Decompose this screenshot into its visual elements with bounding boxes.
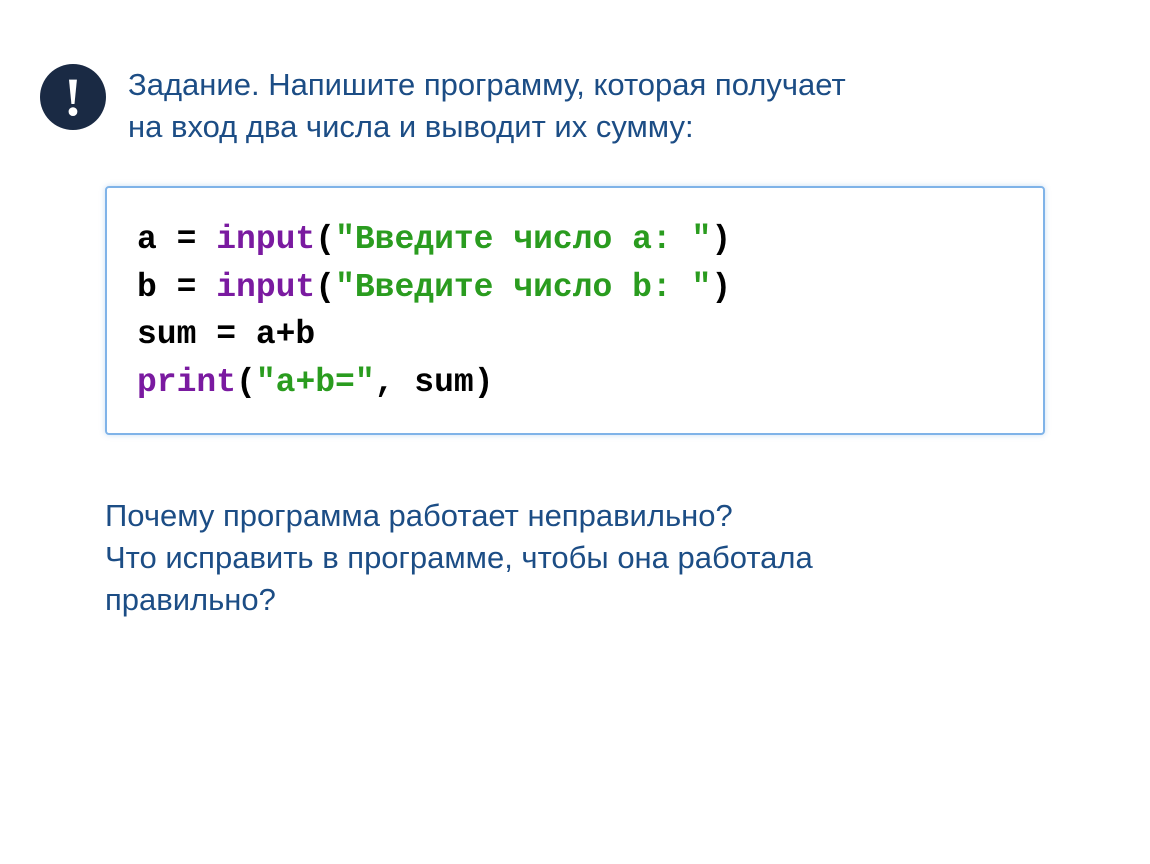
code-l1-paren2: )	[711, 221, 731, 258]
code-l4-rest: , sum)	[375, 364, 494, 401]
exclaim-badge: !	[40, 64, 106, 130]
task-header: ! Задание. Напишите программу, которая п…	[0, 0, 1150, 148]
code-l2-var: b =	[137, 269, 216, 306]
question-line-3: правильно?	[105, 582, 276, 617]
code-l1-string: "Введите число a: "	[335, 221, 711, 258]
question-block: Почему программа работает неправильно? Ч…	[105, 495, 1045, 621]
code-l2-paren1: (	[315, 269, 335, 306]
code-l3: sum = a+b	[137, 316, 315, 353]
task-line-1: Задание. Напишите программу, которая пол…	[128, 67, 846, 102]
code-l1-var: a =	[137, 221, 216, 258]
code-l2-func: input	[216, 269, 315, 306]
code-l4-func: print	[137, 364, 236, 401]
question-line-2: Что исправить в программе, чтобы она раб…	[105, 540, 813, 575]
code-l2-string: "Введите число b: "	[335, 269, 711, 306]
code-l1-paren1: (	[315, 221, 335, 258]
code-l2-paren2: )	[711, 269, 731, 306]
exclamation-icon: !	[64, 70, 82, 124]
question-line-1: Почему программа работает неправильно?	[105, 498, 733, 533]
task-line-2: на вход два числа и выводит их сумму:	[128, 109, 694, 144]
code-l4-string: "a+b="	[256, 364, 375, 401]
task-description: Задание. Напишите программу, которая пол…	[128, 60, 846, 148]
code-l4-paren1: (	[236, 364, 256, 401]
code-block: a = input("Введите число a: ") b = input…	[105, 186, 1045, 435]
code-l1-func: input	[216, 221, 315, 258]
